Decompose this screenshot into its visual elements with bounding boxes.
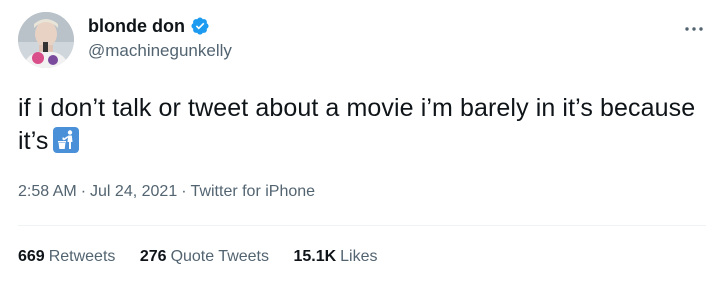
meta-separator: · bbox=[181, 183, 187, 200]
display-name-row: blonde don bbox=[88, 15, 232, 37]
litter-in-bin-icon bbox=[52, 127, 79, 153]
likes-label: Likes bbox=[340, 248, 378, 265]
tweet-metadata: 2:58 AM · Jul 24, 2021 · Twitter for iPhone bbox=[18, 182, 315, 202]
likes-stat[interactable]: 15.1K Likes bbox=[293, 247, 377, 267]
quote-tweets-count: 276 bbox=[139, 248, 167, 265]
tweet-time[interactable]: 2:58 AM bbox=[18, 183, 77, 200]
avatar-image bbox=[18, 12, 74, 68]
author-block: blonde don @machinegunkelly bbox=[88, 15, 232, 62]
meta-separator: · bbox=[80, 183, 87, 200]
quote-tweets-stat[interactable]: 276 Quote Tweets bbox=[140, 247, 269, 267]
author-handle[interactable]: @machinegunkelly bbox=[88, 40, 232, 62]
tweet-date[interactable]: Jul 24, 2021 bbox=[90, 183, 177, 200]
display-name[interactable]: blonde don bbox=[88, 15, 185, 37]
tweet-source[interactable]: Twitter for iPhone bbox=[191, 183, 316, 200]
retweets-stat[interactable]: 669 Retweets bbox=[18, 247, 115, 267]
engagement-stats: 669 Retweets 276 Quote Tweets 15.1K Likes bbox=[18, 247, 398, 267]
tweet-card: blonde don @machinegunkelly if i don’t t… bbox=[0, 0, 720, 285]
retweets-count: 669 bbox=[18, 248, 45, 265]
likes-count: 15.1K bbox=[293, 248, 337, 265]
verified-badge-icon bbox=[190, 16, 210, 36]
retweets-label: Retweets bbox=[48, 248, 116, 265]
tweet-text: if i don’t talk or tweet about a movie i… bbox=[18, 92, 708, 158]
tweet-body: if i don’t talk or tweet about a movie i… bbox=[18, 94, 696, 155]
more-options-icon[interactable] bbox=[682, 22, 706, 34]
quote-tweets-label: Quote Tweets bbox=[170, 248, 269, 265]
divider bbox=[18, 225, 706, 226]
avatar[interactable] bbox=[18, 12, 74, 68]
